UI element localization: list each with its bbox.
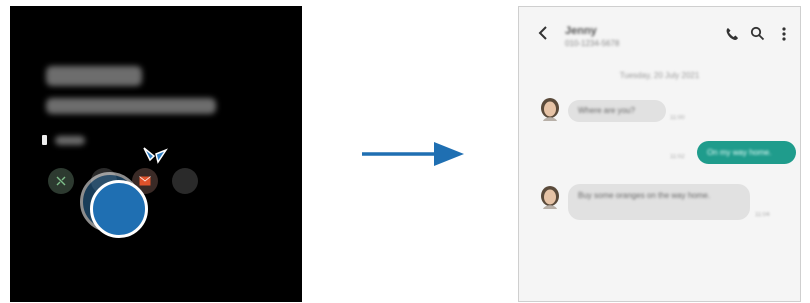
lock-clock — [46, 66, 142, 86]
call-icon[interactable] — [48, 168, 74, 194]
search-icon[interactable] — [750, 26, 765, 41]
phone-call-icon[interactable] — [725, 27, 739, 41]
contact-avatar[interactable] — [539, 97, 561, 123]
tap-indicator — [90, 180, 148, 238]
message-text: On my way home. — [707, 148, 772, 157]
message-timestamp: 11:02 — [670, 154, 685, 160]
contact-number: 010-1234-5678 — [565, 39, 620, 48]
contact-name: Jenny — [565, 25, 597, 37]
incoming-message[interactable]: Buy some oranges on the way home. — [568, 184, 750, 220]
outgoing-message[interactable]: On my way home. — [697, 141, 796, 164]
transition-arrow-icon — [362, 142, 464, 166]
date-separator: Tuesday, 20 July 2021 — [619, 71, 700, 80]
more-options-icon[interactable] — [781, 26, 787, 42]
message-text: Where are you? — [578, 106, 635, 115]
lock-screen — [10, 6, 302, 302]
conversation-header: Jenny 010-1234-5678 — [519, 7, 800, 63]
app-icon[interactable] — [172, 168, 198, 194]
incoming-message[interactable]: Where are you? — [568, 100, 666, 122]
message-timestamp: 11:04 — [755, 212, 770, 218]
battery-icon — [42, 135, 47, 145]
tap-burst-icon — [143, 147, 168, 164]
back-icon[interactable] — [537, 25, 549, 41]
message-timestamp: 11:00 — [670, 115, 685, 121]
contact-avatar[interactable] — [539, 185, 561, 211]
messages-screen: Jenny 010-1234-5678 Tuesday, 20 July 202… — [518, 6, 801, 302]
battery-level — [55, 136, 85, 145]
lock-date — [46, 98, 216, 114]
message-text: Buy some oranges on the way home. — [578, 191, 711, 200]
